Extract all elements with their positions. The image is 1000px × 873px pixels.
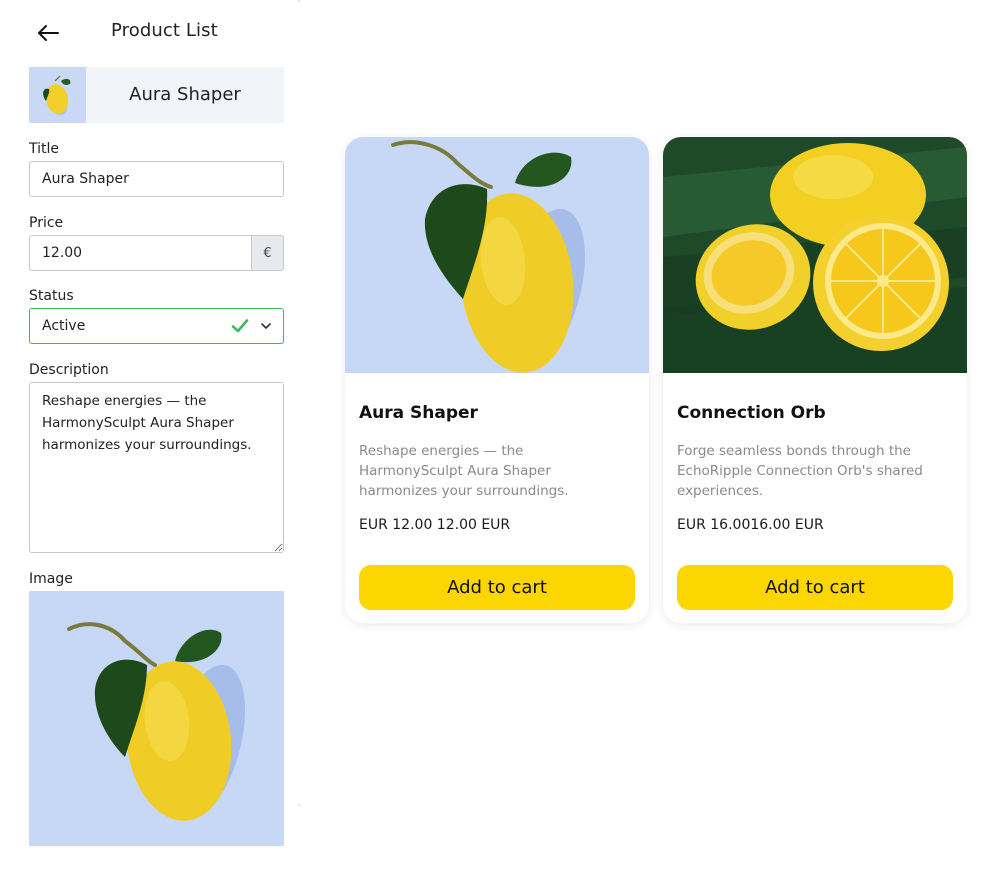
- product-card-image[interactable]: [663, 137, 967, 373]
- title-label: Title: [29, 141, 60, 157]
- image-label: Image: [29, 571, 73, 587]
- add-to-cart-button[interactable]: Add to cart: [359, 565, 635, 610]
- price-input[interactable]: [29, 235, 251, 271]
- page-title: Product List: [111, 20, 218, 41]
- description-label: Description: [29, 362, 109, 378]
- check-icon: [231, 319, 249, 333]
- product-editor-panel: Product List Aura Shaper Title Price € S…: [0, 0, 300, 873]
- title-input[interactable]: [29, 161, 284, 197]
- status-label: Status: [29, 288, 74, 304]
- product-description: Forge seamless bonds through the EchoRip…: [677, 443, 923, 499]
- description-textarea[interactable]: Reshape energies — the HarmonySculpt Aur…: [29, 382, 284, 553]
- chevron-down-icon: [261, 323, 271, 329]
- status-select[interactable]: Active: [29, 308, 284, 344]
- add-to-cart-button[interactable]: Add to cart: [677, 565, 953, 610]
- product-image-preview[interactable]: [29, 591, 284, 846]
- product-price: EUR 12.00 12.00 EUR: [359, 517, 511, 533]
- product-card-image[interactable]: [345, 137, 649, 373]
- product-title[interactable]: Aura Shaper: [359, 403, 478, 423]
- editor-header: Product List: [0, 0, 300, 64]
- product-description: Reshape energies — the HarmonySculpt Aur…: [359, 443, 569, 499]
- selected-product-tile[interactable]: Aura Shaper: [29, 67, 284, 123]
- product-tile-name: Aura Shaper: [129, 84, 241, 105]
- product-title[interactable]: Connection Orb: [677, 403, 826, 423]
- arrow-left-icon: [38, 25, 59, 41]
- status-selected-value: Active: [42, 318, 86, 334]
- back-button[interactable]: [34, 19, 62, 47]
- product-thumbnail: [29, 67, 86, 123]
- divider-mark: [298, 0, 300, 2]
- currency-addon: €: [251, 235, 284, 271]
- product-card: Aura Shaper Reshape energies — the Harmo…: [345, 137, 649, 623]
- product-price: EUR 16.0016.00 EUR: [677, 517, 824, 533]
- price-field-group: €: [29, 235, 284, 271]
- price-label: Price: [29, 215, 64, 231]
- product-card: Connection Orb Forge seamless bonds thro…: [663, 137, 967, 623]
- divider-mark: [298, 804, 300, 806]
